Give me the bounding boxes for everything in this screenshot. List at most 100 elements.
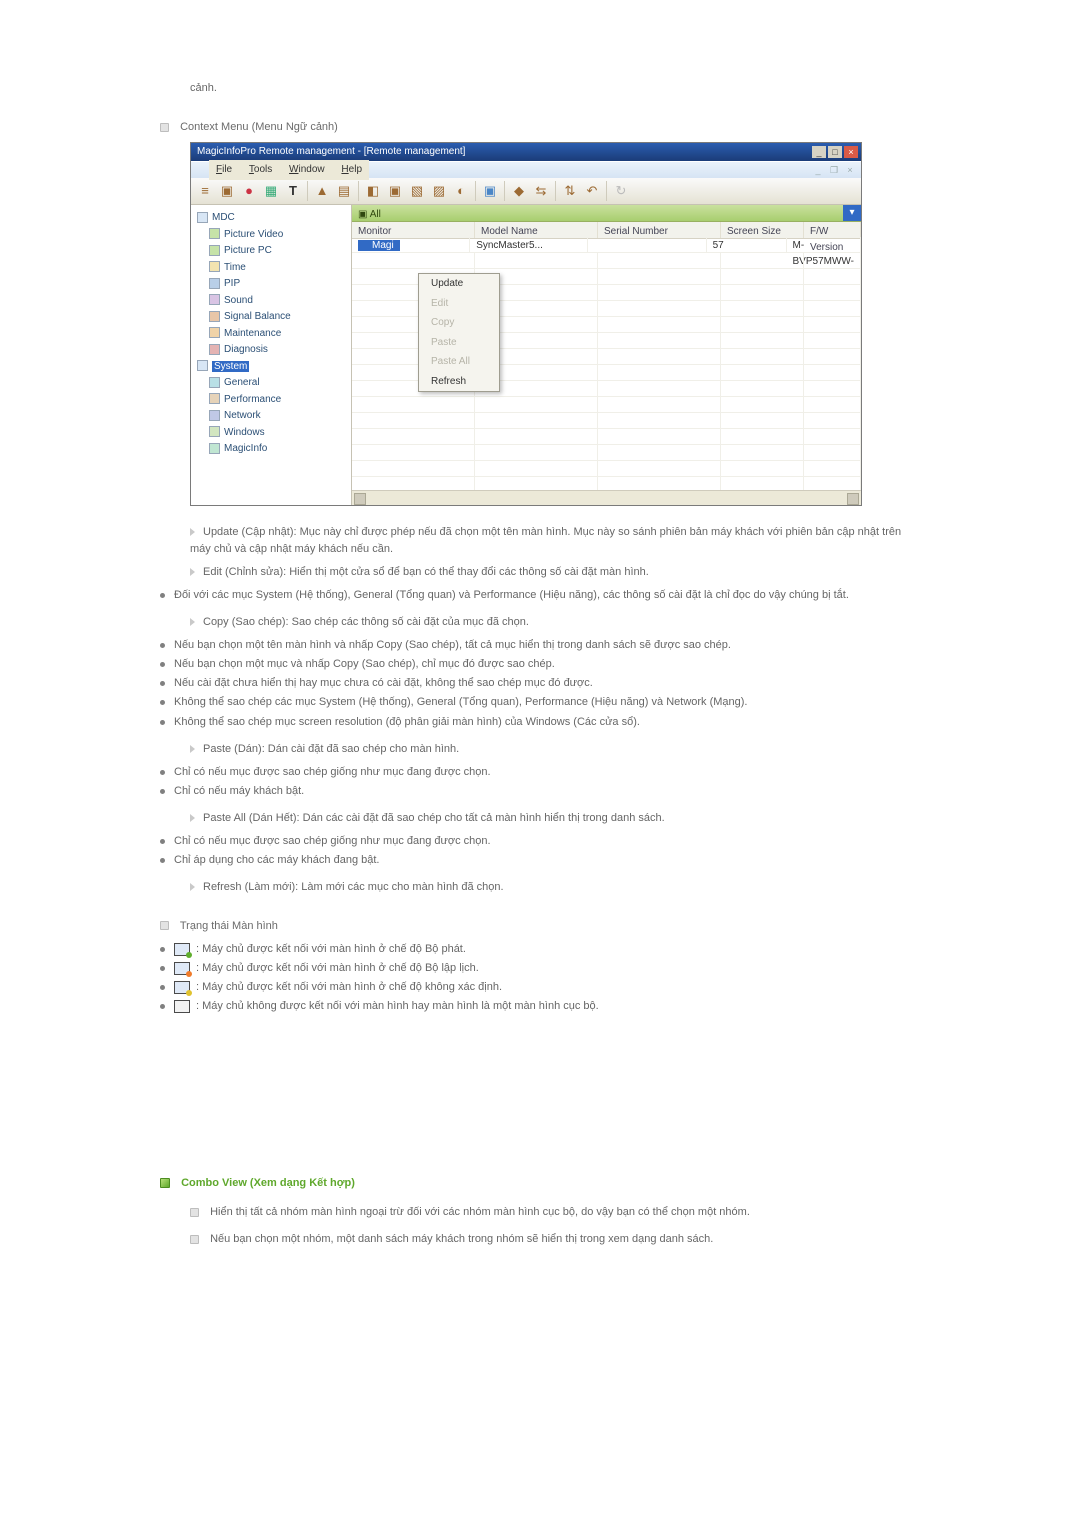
ctx-update[interactable]: Update xyxy=(419,274,499,294)
col-monitor[interactable]: Monitor xyxy=(352,222,475,238)
toolbar-icon[interactable]: ▨ xyxy=(429,181,449,201)
list-item: : Máy chủ được kết nối với màn hình ở ch… xyxy=(160,979,920,996)
context-menu-heading: Context Menu (Menu Ngữ cảnh) xyxy=(160,119,920,136)
tree-item[interactable]: General xyxy=(209,375,347,391)
tree-item[interactable]: Sound xyxy=(209,293,347,309)
col-fw[interactable]: F/W Version xyxy=(804,222,861,238)
mdi-close-button[interactable]: × xyxy=(843,164,857,176)
grid-body[interactable]: Magi SyncMaster5... 57 M-BVP57MWW- xyxy=(352,237,861,491)
bullet-icon xyxy=(160,921,169,930)
status-scheduler-icon xyxy=(174,962,190,975)
toolbar-icon[interactable]: ◆ xyxy=(509,181,529,201)
tree-item[interactable]: Maintenance xyxy=(209,326,347,342)
context-menu[interactable]: Update Edit Copy Paste Paste All Refresh xyxy=(418,273,500,392)
toolbar-icon[interactable]: ≡ xyxy=(195,181,215,201)
toolbar-icon[interactable]: ▣ xyxy=(217,181,237,201)
app-screenshot: MagicInfoPro Remote management - [Remote… xyxy=(190,142,862,506)
status-player-icon xyxy=(174,943,190,956)
col-serial[interactable]: Serial Number xyxy=(598,222,721,238)
toolbar-icon[interactable]: ▧ xyxy=(407,181,427,201)
arrow-icon xyxy=(190,618,195,626)
update-item: Update (Cập nhật): Mục này chỉ được phép… xyxy=(190,524,920,558)
list-item: Nếu bạn chọn một tên màn hình và nhấp Co… xyxy=(160,637,920,654)
group-dropdown-icon[interactable]: ▾ xyxy=(843,205,861,221)
status-unknown-icon xyxy=(174,981,190,994)
copy-sublist: Nếu bạn chọn một tên màn hình và nhấp Co… xyxy=(160,637,920,730)
menu-window[interactable]: Window xyxy=(282,160,332,180)
scroll-right-button[interactable] xyxy=(847,493,859,505)
tree-item[interactable]: Time xyxy=(209,260,347,276)
window-max-button[interactable]: □ xyxy=(828,146,842,158)
toolbar-icon[interactable]: ↻ xyxy=(611,181,631,201)
window-title: MagicInfoPro Remote management - [Remote… xyxy=(197,144,810,160)
list-item: Nếu bạn chọn một mục và nhấp Copy (Sao c… xyxy=(160,656,920,673)
menu-tools[interactable]: Tools xyxy=(242,160,279,180)
col-size[interactable]: Screen Size xyxy=(721,222,804,238)
col-model[interactable]: Model Name xyxy=(475,222,598,238)
toolbar-icon[interactable]: ● xyxy=(239,181,259,201)
context-menu-heading-text: Context Menu (Menu Ngữ cảnh) xyxy=(180,121,338,133)
tree-item[interactable]: Network xyxy=(209,408,347,424)
tree-item[interactable]: Signal Balance xyxy=(209,309,347,325)
toolbar-icon[interactable]: ▣ xyxy=(480,181,500,201)
menu-bar[interactable]: File Tools Window Help xyxy=(209,160,369,180)
combo-view-heading: Combo View (Xem dạng Kết hợp) xyxy=(160,1175,920,1192)
toolbar-icon[interactable]: ↶ xyxy=(582,181,602,201)
menu-file[interactable]: File xyxy=(209,160,239,180)
ctx-paste-all: Paste All xyxy=(419,352,499,372)
toolbar-icon[interactable]: ◐ xyxy=(451,181,471,201)
toolbar: ≡ ▣ ● ▦ T ▲ ▤ ◧ ▣ ▧ ▨ ◐ ▣ ◆ ⇆ ⇅ xyxy=(191,178,861,205)
list-item: Không thể sao chép mục screen resolution… xyxy=(160,714,920,731)
arrow-icon xyxy=(190,745,195,753)
toolbar-icon[interactable]: ▲ xyxy=(312,181,332,201)
tree-item[interactable]: Picture Video xyxy=(209,227,347,243)
tree-item[interactable]: Performance xyxy=(209,392,347,408)
edit-sublist: Đối với các mục System (Hệ thống), Gener… xyxy=(160,587,920,604)
combo-view-heading-text: Combo View (Xem dạng Kết hợp) xyxy=(181,1177,355,1189)
intro-tail: cảnh. xyxy=(190,80,920,97)
ctx-edit: Edit xyxy=(419,294,499,314)
toolbar-icon[interactable]: ▤ xyxy=(334,181,354,201)
horizontal-scrollbar[interactable] xyxy=(352,490,861,505)
bullet-icon xyxy=(190,1208,199,1217)
toolbar-icon[interactable]: T xyxy=(283,181,303,201)
mdi-subtitle-bar: File Tools Window Help _ ❐ × xyxy=(191,161,861,178)
table-row[interactable]: Magi SyncMaster5... 57 M-BVP57MWW- xyxy=(352,237,861,253)
toolbar-icon[interactable]: ▣ xyxy=(385,181,405,201)
tree-item[interactable]: Diagnosis xyxy=(209,342,347,358)
cube-icon xyxy=(160,1178,170,1188)
list-item: Nếu cài đặt chưa hiển thị hay mục chưa c… xyxy=(160,675,920,692)
window-close-button[interactable]: × xyxy=(844,146,858,158)
tree-panel[interactable]: MDC Picture Video Picture PC Time PIP So… xyxy=(191,205,352,505)
toolbar-icon[interactable]: ◧ xyxy=(363,181,383,201)
tree-item[interactable]: Picture PC xyxy=(209,243,347,259)
tree-item[interactable]: Windows xyxy=(209,425,347,441)
list-item: Chỉ áp dụng cho các máy khách đang bật. xyxy=(160,852,920,869)
list-item: : Máy chủ được kết nối với màn hình ở ch… xyxy=(160,960,920,977)
tree-item[interactable]: PIP xyxy=(209,276,347,292)
mdi-min-button[interactable]: _ xyxy=(811,164,825,176)
toolbar-icon[interactable]: ⇅ xyxy=(560,181,580,201)
paste-sublist: Chỉ có nếu mục được sao chép giống như m… xyxy=(160,764,920,800)
group-header[interactable]: ▣ All ▾ xyxy=(352,205,861,222)
tree-root[interactable]: MDC xyxy=(197,210,347,226)
pasteall-sublist: Chỉ có nếu mục được sao chép giống như m… xyxy=(160,833,920,869)
tree-item[interactable]: MagicInfo xyxy=(209,441,347,457)
ctx-paste: Paste xyxy=(419,333,499,353)
mdi-restore-button[interactable]: ❐ xyxy=(827,164,841,176)
pasteall-item: Paste All (Dán Hết): Dán các cài đặt đã … xyxy=(190,810,920,827)
arrow-icon xyxy=(190,568,195,576)
scroll-left-button[interactable] xyxy=(354,493,366,505)
bullet-icon xyxy=(160,123,169,132)
list-item: Chỉ có nếu mục được sao chép giống như m… xyxy=(160,764,920,781)
tree-system[interactable]: System xyxy=(197,359,347,375)
ctx-refresh[interactable]: Refresh xyxy=(419,372,499,392)
menu-help[interactable]: Help xyxy=(334,160,369,180)
toolbar-icon[interactable]: ⇆ xyxy=(531,181,551,201)
list-item: : Máy chủ không được kết nối với màn hìn… xyxy=(160,998,920,1015)
grid-panel: ▣ All ▾ Monitor Model Name Serial Number… xyxy=(352,205,861,505)
window-min-button[interactable]: _ xyxy=(812,146,826,158)
copy-item: Copy (Sao chép): Sao chép các thông số c… xyxy=(190,614,920,631)
list-item: : Máy chủ được kết nối với màn hình ở ch… xyxy=(160,941,920,958)
toolbar-icon[interactable]: ▦ xyxy=(261,181,281,201)
